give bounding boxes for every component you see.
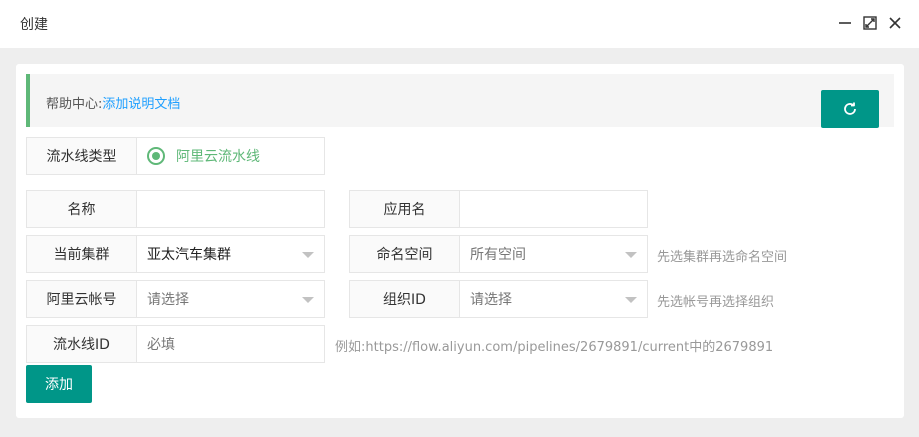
dialog-titlebar: 创建 bbox=[0, 0, 919, 48]
cluster-field: 当前集群 亚太汽车集群 bbox=[26, 235, 325, 273]
namespace-hint: 先选集群再选命名空间 bbox=[657, 250, 788, 265]
cluster-label: 当前集群 bbox=[27, 236, 137, 272]
pipeline-type-field: 流水线类型 阿里云流水线 bbox=[26, 137, 325, 175]
pipeline-id-field: 流水线ID 必填 bbox=[26, 325, 325, 363]
namespace-selected-value: 所有空间 bbox=[470, 247, 526, 263]
help-text: 帮助中心:添加说明文档 bbox=[46, 93, 180, 112]
pipeline-id-label: 流水线ID bbox=[27, 326, 137, 362]
refresh-icon bbox=[844, 102, 856, 115]
aliyun-account-field: 阿里云帐号 请选择 bbox=[26, 280, 325, 318]
radio-aliyun-pipeline[interactable]: 阿里云流水线 bbox=[147, 146, 260, 166]
add-button[interactable]: 添加 bbox=[26, 365, 92, 403]
org-id-label: 组织ID bbox=[350, 281, 460, 317]
pipeline-type-label: 流水线类型 bbox=[27, 138, 137, 174]
chevron-down-icon bbox=[625, 252, 637, 258]
org-id-select[interactable]: 请选择 bbox=[460, 281, 647, 317]
pipeline-id-hint: 例如:https://flow.aliyun.com/pipelines/267… bbox=[335, 340, 774, 355]
name-input[interactable] bbox=[137, 191, 324, 227]
namespace-select[interactable]: 所有空间 bbox=[460, 236, 647, 272]
cluster-select[interactable]: 亚太汽车集群 bbox=[137, 236, 324, 272]
app-name-input[interactable] bbox=[460, 191, 647, 227]
chevron-down-icon bbox=[302, 252, 314, 258]
dialog-title: 创建 bbox=[20, 17, 48, 33]
aliyun-account-label: 阿里云帐号 bbox=[27, 281, 137, 317]
pipeline-id-input[interactable]: 必填 bbox=[137, 326, 324, 362]
help-prefix: 帮助中心: bbox=[46, 97, 103, 112]
app-name-label: 应用名 bbox=[350, 191, 460, 227]
radio-checked-icon bbox=[147, 147, 165, 165]
close-icon[interactable] bbox=[886, 14, 904, 32]
chevron-down-icon bbox=[302, 297, 314, 303]
org-id-field: 组织ID 请选择 bbox=[349, 280, 648, 318]
minimize-icon[interactable] bbox=[836, 14, 854, 32]
app-name-field: 应用名 bbox=[349, 190, 648, 228]
maximize-icon[interactable] bbox=[861, 14, 879, 32]
org-id-hint: 先选帐号再选择组织 bbox=[657, 295, 775, 310]
aliyun-account-select[interactable]: 请选择 bbox=[137, 281, 324, 317]
form-card: 帮助中心:添加说明文档 流水线类型 阿里云流水线 名称 应用名 当前集群 亚太汽… bbox=[16, 64, 904, 418]
help-banner: 帮助中心:添加说明文档 bbox=[26, 74, 894, 127]
chevron-down-icon bbox=[625, 297, 637, 303]
radio-option-label: 阿里云流水线 bbox=[176, 149, 260, 165]
help-doc-link[interactable]: 添加说明文档 bbox=[102, 97, 180, 112]
name-field: 名称 bbox=[26, 190, 325, 228]
namespace-field: 命名空间 所有空间 bbox=[349, 235, 648, 273]
cluster-selected-value: 亚太汽车集群 bbox=[147, 247, 231, 263]
refresh-button[interactable] bbox=[821, 90, 879, 128]
pipeline-type-options: 阿里云流水线 bbox=[137, 138, 324, 174]
aliyun-account-selected-value: 请选择 bbox=[147, 292, 189, 308]
namespace-label: 命名空间 bbox=[350, 236, 460, 272]
org-id-selected-value: 请选择 bbox=[470, 292, 512, 308]
name-label: 名称 bbox=[27, 191, 137, 227]
